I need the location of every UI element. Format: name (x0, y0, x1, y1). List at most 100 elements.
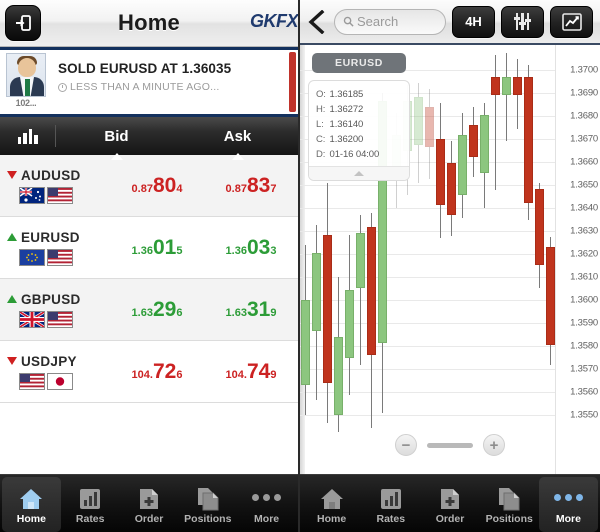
tab-more[interactable]: More (237, 477, 296, 532)
ohlc-tooltip[interactable]: O: 1.36185 H: 1.36272 L: 1.36140 C: 1.36… (308, 80, 410, 181)
table-row[interactable]: EURUSD 1.36015 1.36033 (0, 217, 298, 279)
tab-label: Positions (184, 512, 232, 525)
bar-chart-icon (379, 485, 403, 511)
page-plus-icon (439, 485, 461, 511)
candle (491, 55, 500, 190)
symbol-label: GBPUSD (21, 291, 81, 307)
ask-prefix: 0.87 (225, 182, 247, 195)
flag-pair (19, 372, 110, 390)
ohlc-low-label: L: (316, 119, 324, 130)
chart-symbol-badge[interactable]: EURUSD (312, 53, 406, 73)
candle (334, 277, 343, 432)
tab-rates[interactable]: Rates (361, 477, 420, 532)
axis-tick: 1.3700 (570, 64, 598, 76)
zoom-slider-track[interactable] (427, 442, 473, 448)
table-row[interactable]: AUDUSD 0.87804 0.87837 (0, 155, 298, 217)
bid-fraction: 6 (176, 306, 183, 319)
home-icon (319, 485, 345, 511)
zoom-control[interactable]: − + (395, 434, 505, 456)
ask-prefix: 104. (225, 368, 247, 381)
tab-home[interactable]: Home (302, 477, 361, 532)
ohlc-date-row: D: 01-16 04:00 (309, 147, 409, 162)
tab-order[interactable]: Order (420, 477, 479, 532)
bid-price[interactable]: 104.726 (110, 360, 204, 384)
bid-pips: 72 (152, 359, 177, 383)
candle (535, 183, 544, 288)
tab-order[interactable]: Order (120, 477, 179, 532)
search-icon (343, 16, 354, 27)
zoom-in-button[interactable]: + (483, 434, 505, 456)
table-row[interactable]: GBPUSD 1.63296 1.63319 (0, 279, 298, 341)
dual-phone-screenshot: Home GKFX 102... SOLD EURUSD AT 1.36035 … (0, 0, 600, 532)
notification-banner[interactable]: 102... SOLD EURUSD AT 1.36035 LESS THAN … (0, 47, 298, 117)
candle (513, 59, 522, 129)
ask-price[interactable]: 104.749 (204, 360, 298, 384)
right-phone-screen: Search 4H EURUSD O: 1.36185 H: 1.36272 L… (300, 0, 600, 532)
flag-pair (19, 310, 110, 328)
zoom-out-button[interactable]: − (395, 434, 417, 456)
tab-label: Home (317, 512, 347, 525)
indicators-sliders-icon[interactable] (501, 5, 544, 38)
bid-price[interactable]: 1.63296 (110, 298, 204, 322)
ask-fraction: 9 (270, 368, 277, 381)
axis-tick: 1.3600 (570, 294, 598, 306)
axis-tick: 1.3640 (570, 202, 598, 214)
trend-up-icon (7, 295, 17, 303)
usa-flag-icon (47, 310, 73, 328)
price-axis: 1.3700 1.3690 1.3680 1.3670 1.3660 1.365… (555, 45, 600, 474)
axis-tick: 1.3670 (570, 133, 598, 145)
tab-label: Rates (75, 512, 105, 525)
rates-list: AUDUSD 0.87804 0.87837 EURUSD 1.36015 1.… (0, 155, 298, 474)
tab-more[interactable]: More (538, 477, 599, 532)
ohlc-open-row: O: 1.36185 (309, 87, 409, 102)
usa-flag-icon (47, 186, 73, 204)
tab-positions[interactable]: Positions (480, 477, 539, 532)
notification-scroll-indicator[interactable] (289, 52, 296, 112)
back-chevron-icon[interactable] (304, 9, 328, 34)
search-input[interactable]: Search (334, 8, 446, 35)
ohlc-open-value: 1.36185 (329, 89, 364, 100)
timeframe-button[interactable]: 4H (452, 5, 495, 38)
clock-icon (58, 82, 67, 92)
column-header-bid[interactable]: Bid (56, 128, 177, 160)
ask-price[interactable]: 1.63319 (204, 298, 298, 322)
tab-rates[interactable]: Rates (61, 477, 120, 532)
axis-tick: 1.3620 (570, 248, 598, 260)
rate-symbol-cell: GBPUSD (0, 292, 110, 328)
tab-label: Order (435, 512, 465, 525)
ask-fraction: 3 (270, 244, 277, 257)
ohlc-collapse-button[interactable] (309, 166, 409, 180)
ellipsis-icon (252, 485, 282, 511)
ask-fraction: 9 (270, 306, 277, 319)
ask-price[interactable]: 0.87837 (204, 174, 298, 198)
tab-positions[interactable]: Positions (178, 477, 237, 532)
axis-tick: 1.3550 (570, 409, 598, 421)
line-chart-icon[interactable] (550, 5, 593, 38)
user-avatar-icon (6, 53, 46, 97)
usa-flag-icon (19, 372, 45, 390)
bid-fraction: 5 (176, 244, 183, 257)
bid-prefix: 1.36 (131, 244, 153, 257)
candle (480, 103, 489, 208)
axis-tick: 1.3560 (570, 386, 598, 398)
ask-price[interactable]: 1.36033 (204, 236, 298, 260)
column-header-ask[interactable]: Ask (177, 128, 298, 160)
avatar: 102... (4, 53, 48, 114)
candlestick-chart[interactable]: EURUSD O: 1.36185 H: 1.36272 L: 1.36140 … (300, 45, 600, 474)
ask-pips: 03 (246, 235, 271, 259)
right-tab-bar: Home Rates Order Positions More (300, 474, 600, 532)
notification-title: SOLD EURUSD AT 1.36035 (58, 61, 232, 76)
gkfx-logo: GKFX (249, 11, 298, 31)
axis-tick: 1.3580 (570, 340, 598, 352)
tab-label: Positions (485, 512, 533, 525)
ellipsis-icon (553, 485, 583, 511)
candle (414, 83, 423, 183)
tab-home[interactable]: Home (2, 477, 61, 532)
table-row[interactable]: USDJPY 104.726 104.749 (0, 341, 298, 403)
symbol-label: USDJPY (21, 353, 77, 369)
candle (301, 245, 310, 415)
notification-timestamp: LESS THAN A MINUTE AGO... (70, 81, 220, 93)
bid-price[interactable]: 1.36015 (110, 236, 204, 260)
bid-price[interactable]: 0.87804 (110, 174, 204, 198)
candle (367, 213, 376, 428)
